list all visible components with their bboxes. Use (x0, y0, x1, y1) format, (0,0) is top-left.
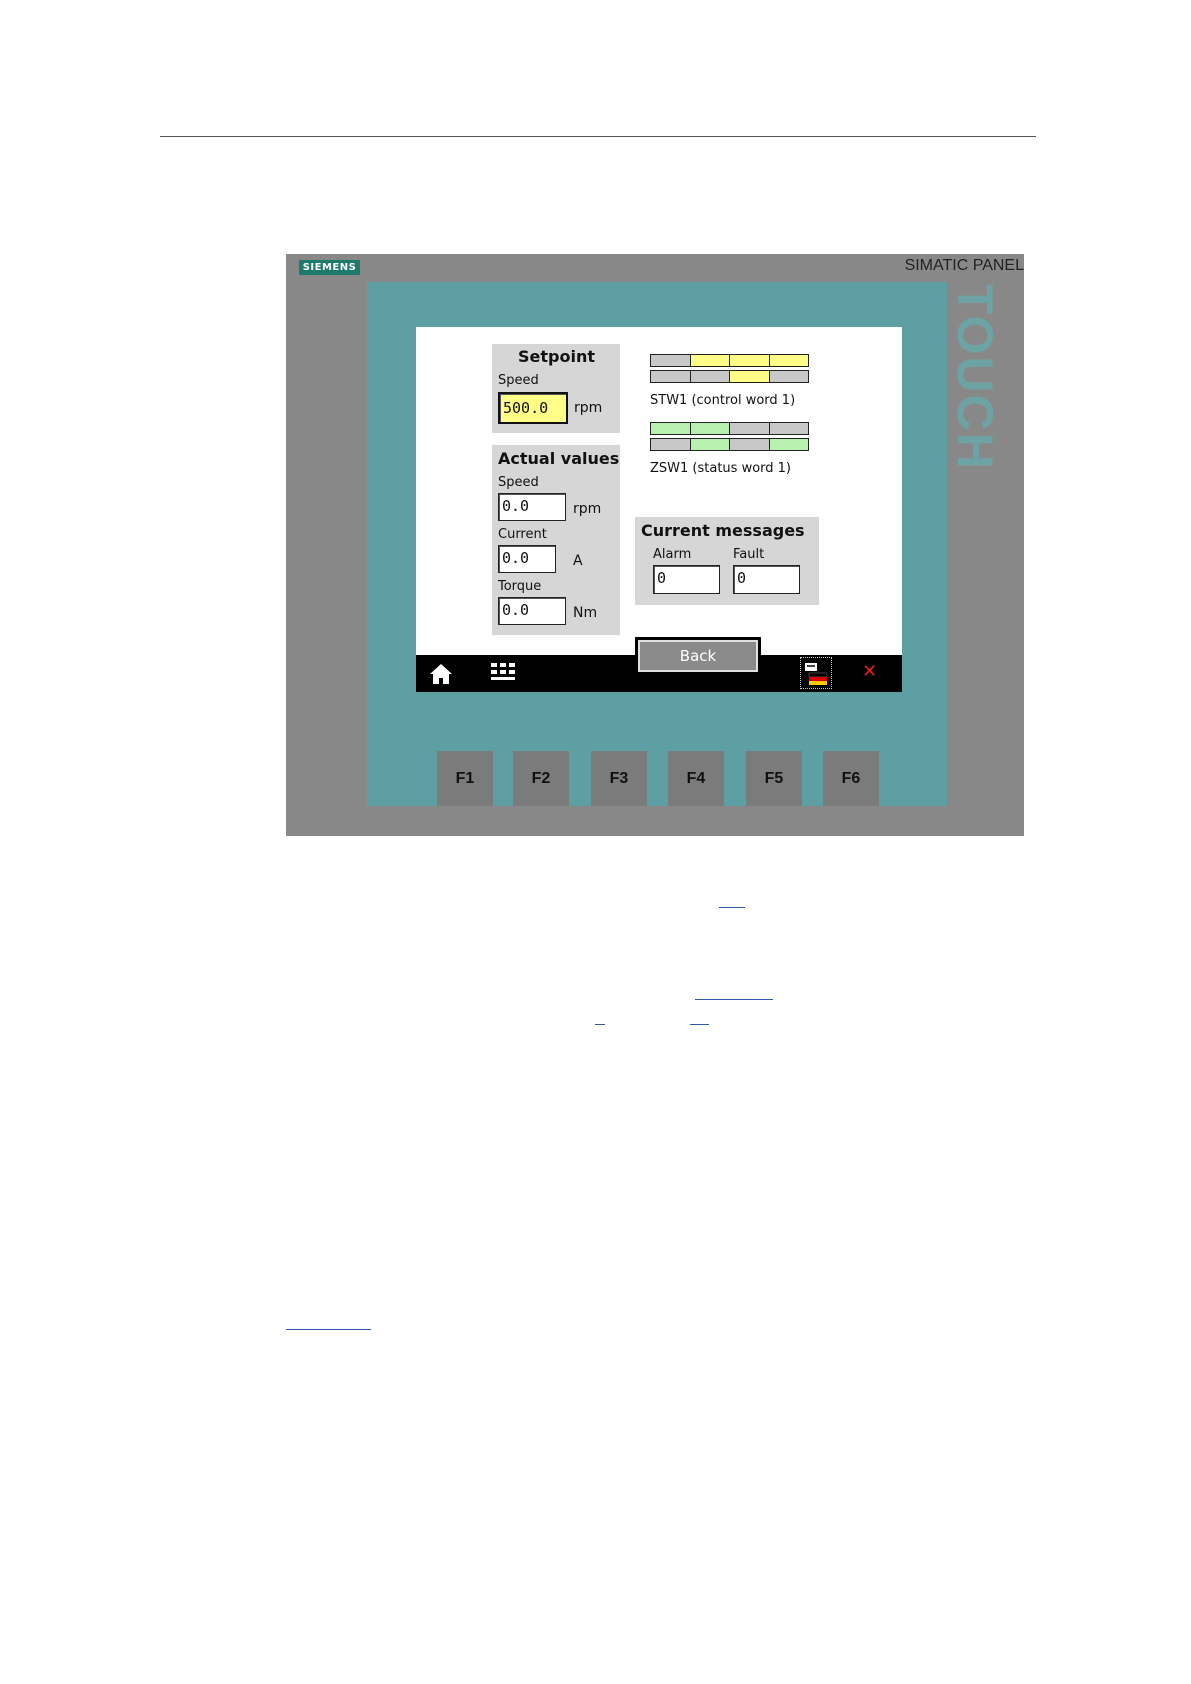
siemens-logo: SIEMENS (299, 260, 360, 275)
setpoint-title: Setpoint (518, 347, 595, 366)
function-key-f2[interactable]: F2 (513, 751, 569, 806)
actual-torque-unit: Nm (573, 605, 598, 621)
stw1-row-2 (650, 370, 809, 383)
setpoint-speed-input[interactable]: 500.0 (498, 392, 568, 424)
stw1-bit (769, 355, 808, 366)
zsw1-bit (730, 423, 770, 434)
alarm-count-field: 0 (653, 565, 720, 594)
back-button[interactable]: Back (635, 637, 761, 675)
actual-current-label: Current (498, 527, 547, 542)
actual-current-unit: A (573, 553, 583, 569)
link-underline[interactable] (286, 1329, 371, 1330)
close-icon[interactable]: ✕ (862, 661, 877, 682)
alarm-label: Alarm (653, 547, 692, 562)
actual-torque-field: 0.0 (498, 597, 566, 625)
setpoint-group: Setpoint Speed 500.0 rpm (492, 344, 620, 433)
link-underline[interactable] (595, 1024, 605, 1025)
panel-brand-name: SIMATIC PANEL (904, 257, 1024, 274)
actual-speed-label: Speed (498, 475, 539, 490)
stw1-bit (690, 371, 730, 382)
back-button-label: Back (638, 640, 758, 672)
function-key-f6[interactable]: F6 (823, 751, 879, 806)
function-key-f1[interactable]: F1 (437, 751, 493, 806)
stw1-bit (730, 371, 770, 382)
zsw1-bit (769, 423, 808, 434)
stw1-bit (651, 371, 691, 382)
actual-current-field: 0.0 (498, 545, 556, 573)
actual-speed-field: 0.0 (498, 493, 566, 521)
actual-torque-label: Torque (498, 579, 542, 594)
function-key-f5[interactable]: F5 (746, 751, 802, 806)
current-messages-title: Current messages (641, 521, 805, 540)
zsw1-bit (651, 423, 691, 434)
zsw1-row-2 (650, 438, 809, 451)
stw1-bit (730, 355, 770, 366)
stw1-bit-display (650, 354, 809, 386)
stw1-row-1 (650, 354, 809, 367)
setpoint-speed-label: Speed (498, 373, 539, 388)
zsw1-row-1 (650, 422, 809, 435)
link-underline[interactable] (695, 999, 773, 1000)
zsw1-bit-display (650, 422, 809, 454)
language-flag-icon[interactable] (800, 657, 832, 689)
actual-values-title: Actual values (498, 449, 620, 468)
fault-label: Fault (733, 547, 765, 562)
zsw1-bit (690, 439, 730, 450)
zsw1-bit (769, 439, 808, 450)
hmi-screen: Setpoint Speed 500.0 rpm Actual values S… (416, 327, 902, 692)
stw1-bit (769, 371, 808, 382)
link-underline[interactable] (690, 1024, 709, 1025)
function-key-f3[interactable]: F3 (591, 751, 647, 806)
setpoint-speed-unit: rpm (574, 400, 603, 416)
fault-count-field: 0 (733, 565, 800, 594)
touch-label: TOUCH (947, 284, 1003, 471)
actual-speed-unit: rpm (573, 501, 602, 517)
zsw1-bit (730, 439, 770, 450)
stw1-label: STW1 (control word 1) (650, 393, 796, 408)
current-messages-group: Current messages Alarm 0 Fault 0 (635, 517, 819, 605)
simatic-panel-device: SIEMENS SIMATIC PANEL TOUCH Setpoint Spe… (286, 254, 1024, 836)
zsw1-bit (690, 423, 730, 434)
home-icon[interactable] (428, 661, 454, 687)
grid-icon[interactable] (490, 662, 516, 684)
zsw1-label: ZSW1 (status word 1) (650, 461, 791, 476)
link-underline[interactable] (719, 907, 745, 908)
page-header-rule (160, 136, 1036, 137)
stw1-bit (690, 355, 730, 366)
zsw1-bit (651, 439, 691, 450)
actual-values-group: Actual values Speed 0.0 rpm Current 0.0 … (492, 445, 620, 635)
function-key-f4[interactable]: F4 (668, 751, 724, 806)
stw1-bit (651, 355, 691, 366)
